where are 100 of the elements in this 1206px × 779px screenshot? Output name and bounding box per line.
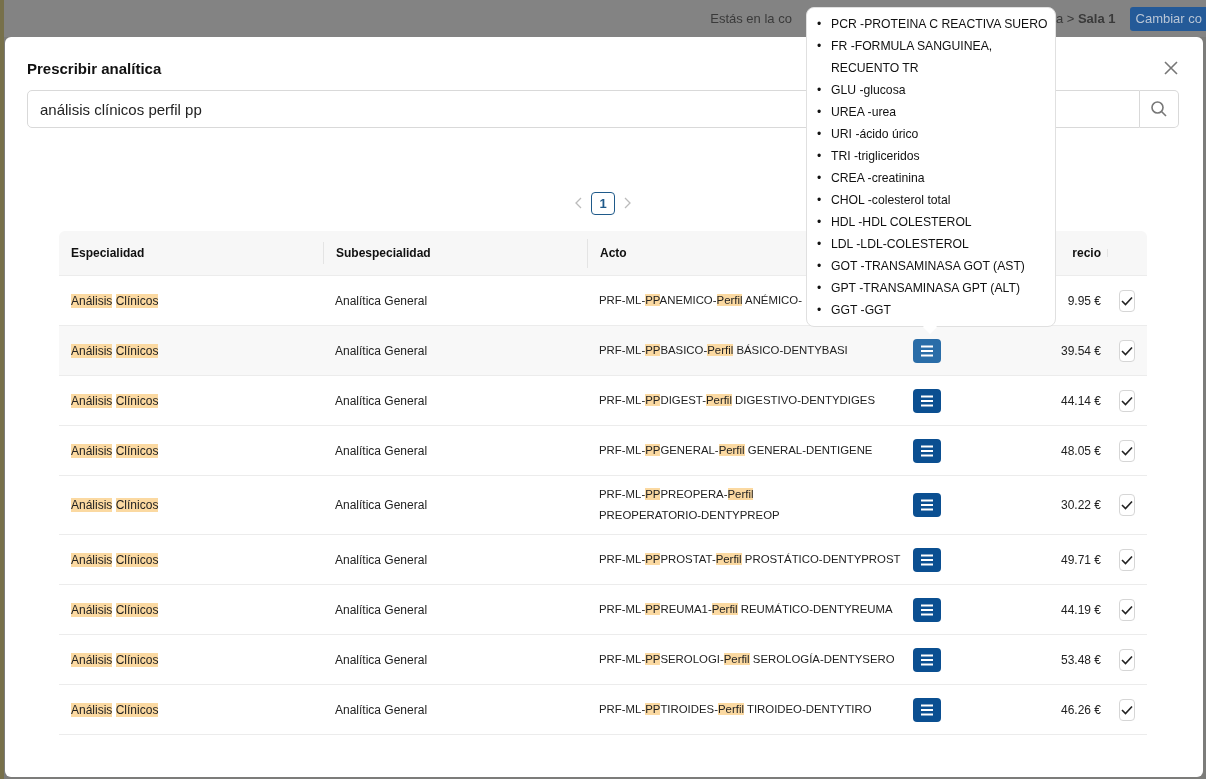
location-text: a > Sala 1 (1055, 11, 1116, 26)
table-cell-text: PRF-ML-PPDIGEST-Perfil DIGESTIVO-DENTYDIGES (599, 393, 876, 408)
search-icon (1150, 100, 1168, 118)
list-item: TRI -trigliceridos (831, 148, 920, 165)
list-item: UREA -urea (831, 104, 897, 121)
check-icon (1121, 554, 1133, 565)
search-button[interactable] (1140, 90, 1179, 128)
table-cell-text: PRF-ML-PPSEROLOGI-Perfil SEROLOGÍA-DENTYSERO (599, 652, 896, 667)
table-cell-text: PRF-ML-PPPROSTAT-Perfil PROSTÁTICO-DENTYPROST (599, 552, 902, 567)
table-cell-text: Analítica General (335, 293, 429, 308)
details-button[interactable] (913, 647, 941, 672)
check-icon (1121, 345, 1133, 356)
details-button[interactable] (913, 493, 941, 517)
table-cell-text: Análisis Clínicos (71, 498, 160, 512)
table-cell-text: 44.19 € (1059, 602, 1101, 617)
checkbox[interactable] (1119, 339, 1135, 362)
table-cell-text: Analítica General (335, 602, 429, 617)
table-cell-text: Analítica General (335, 652, 429, 667)
bullet: • (817, 170, 823, 187)
table-cell-text: Analítica General (335, 393, 429, 408)
table-cell-text: 9.95 € (1066, 293, 1101, 308)
list-item: FR -FORMULA SANGUINEA, RECUENTO TR (831, 38, 994, 77)
checkbox[interactable] (1119, 389, 1135, 412)
checkbox[interactable] (1119, 548, 1135, 571)
column-header: Especialidad (71, 246, 145, 260)
list-item: CREA -creatinina (831, 170, 925, 187)
table-cell-text: PRF-ML-PPTIROIDES-Perfil TIROIDEO-DENTYTIRO (599, 702, 873, 717)
column-header: Subespecialidad (336, 246, 431, 260)
table-cell-text: 39.54 € (1059, 343, 1101, 358)
location-text: Estás en la co (710, 11, 792, 26)
list-icon (920, 499, 934, 511)
check-icon (1121, 704, 1133, 715)
details-button[interactable] (913, 697, 941, 722)
bullet: • (817, 280, 823, 297)
check-icon (1121, 395, 1133, 406)
table-cell-text: Análisis Clínicos (71, 393, 160, 408)
checkbox[interactable] (1119, 648, 1135, 671)
list-icon (920, 553, 934, 566)
page-button[interactable]: 1 (591, 191, 615, 215)
checkbox[interactable] (1119, 598, 1135, 621)
table-cell-text: Analítica General (335, 443, 429, 458)
check-icon (1121, 500, 1133, 510)
details-button[interactable] (913, 547, 941, 572)
table-cell-text: Análisis Clínicos (71, 602, 160, 617)
column-header: Acto (600, 245, 627, 260)
change-button[interactable]: Cambiar co (1129, 6, 1206, 31)
checkbox[interactable] (1119, 289, 1135, 312)
table-cell-text: 46.26 € (1059, 702, 1101, 717)
column-header: recio (1072, 246, 1101, 260)
bullet: • (817, 38, 823, 55)
check-icon (1121, 445, 1133, 456)
details-button[interactable] (913, 438, 941, 463)
table-cell-text: PRF-ML-PPBASICO-Perfil BÁSICO-DENTYBASI (599, 343, 849, 358)
details-button[interactable] (913, 597, 941, 622)
table-cell-text: Análisis Clínicos (71, 552, 160, 567)
checkbox[interactable] (1119, 698, 1135, 721)
list-icon (920, 603, 934, 616)
bullet: • (817, 126, 823, 143)
list-item: GOT -TRANSAMINASA GOT (AST) (831, 258, 1025, 275)
list-item: URI -ácido úrico (831, 126, 919, 143)
list-item: LDL -LDL-COLESTEROL (831, 236, 969, 253)
list-icon (920, 444, 934, 457)
dialog-title: Prescribir analítica (27, 59, 162, 77)
list-icon (920, 703, 934, 716)
bullet: • (817, 214, 823, 231)
table-cell-text: Análisis Clínicos (71, 343, 160, 358)
list-item: GPT -TRANSAMINASA GPT (ALT) (831, 280, 1020, 297)
details-button[interactable] (913, 388, 941, 413)
table-cell-text: 53.48 € (1059, 652, 1101, 667)
table-cell-text: Análisis Clínicos (71, 652, 160, 667)
list-icon (920, 394, 934, 407)
close-icon[interactable] (1163, 60, 1179, 76)
list-icon (920, 344, 934, 357)
checkbox[interactable] (1119, 439, 1135, 462)
list-item: GGT -GGT (831, 302, 892, 319)
table-cell-text: 49.71 € (1059, 552, 1101, 567)
table-cell-text: Analítica General (335, 552, 429, 567)
bullet: • (817, 104, 823, 121)
table-cell-text: 44.14 € (1059, 393, 1101, 408)
table-cell-text: Análisis Clínicos (71, 293, 160, 308)
list-item: CHOL -colesterol total (831, 192, 951, 209)
table-cell-text: Analítica General (335, 343, 429, 358)
list-item: HDL -HDL COLESTEROL (831, 214, 972, 231)
checkbox[interactable] (1119, 494, 1135, 516)
bullet: • (817, 192, 823, 209)
check-icon (1121, 604, 1133, 615)
table-cell-text: Análisis Clínicos (71, 443, 160, 458)
bullet: • (817, 258, 823, 275)
check-icon (1121, 295, 1133, 306)
table-cell-text: PRF-ML-PPGENERAL-Perfil GENERAL-DENTIGENE (599, 443, 874, 458)
table-cell-text: Analítica General (335, 498, 429, 512)
check-icon (1121, 654, 1133, 665)
bullet: • (817, 148, 823, 165)
bullet: • (817, 236, 823, 253)
list-item: PCR -PROTEINA C REACTIVA SUERO (831, 16, 1048, 33)
bullet: • (817, 16, 823, 33)
table-cell-text: 30.22 € (1059, 498, 1101, 512)
details-button[interactable] (913, 338, 941, 363)
table-cell-text: Análisis Clínicos (71, 702, 160, 717)
bullet: • (817, 302, 823, 319)
